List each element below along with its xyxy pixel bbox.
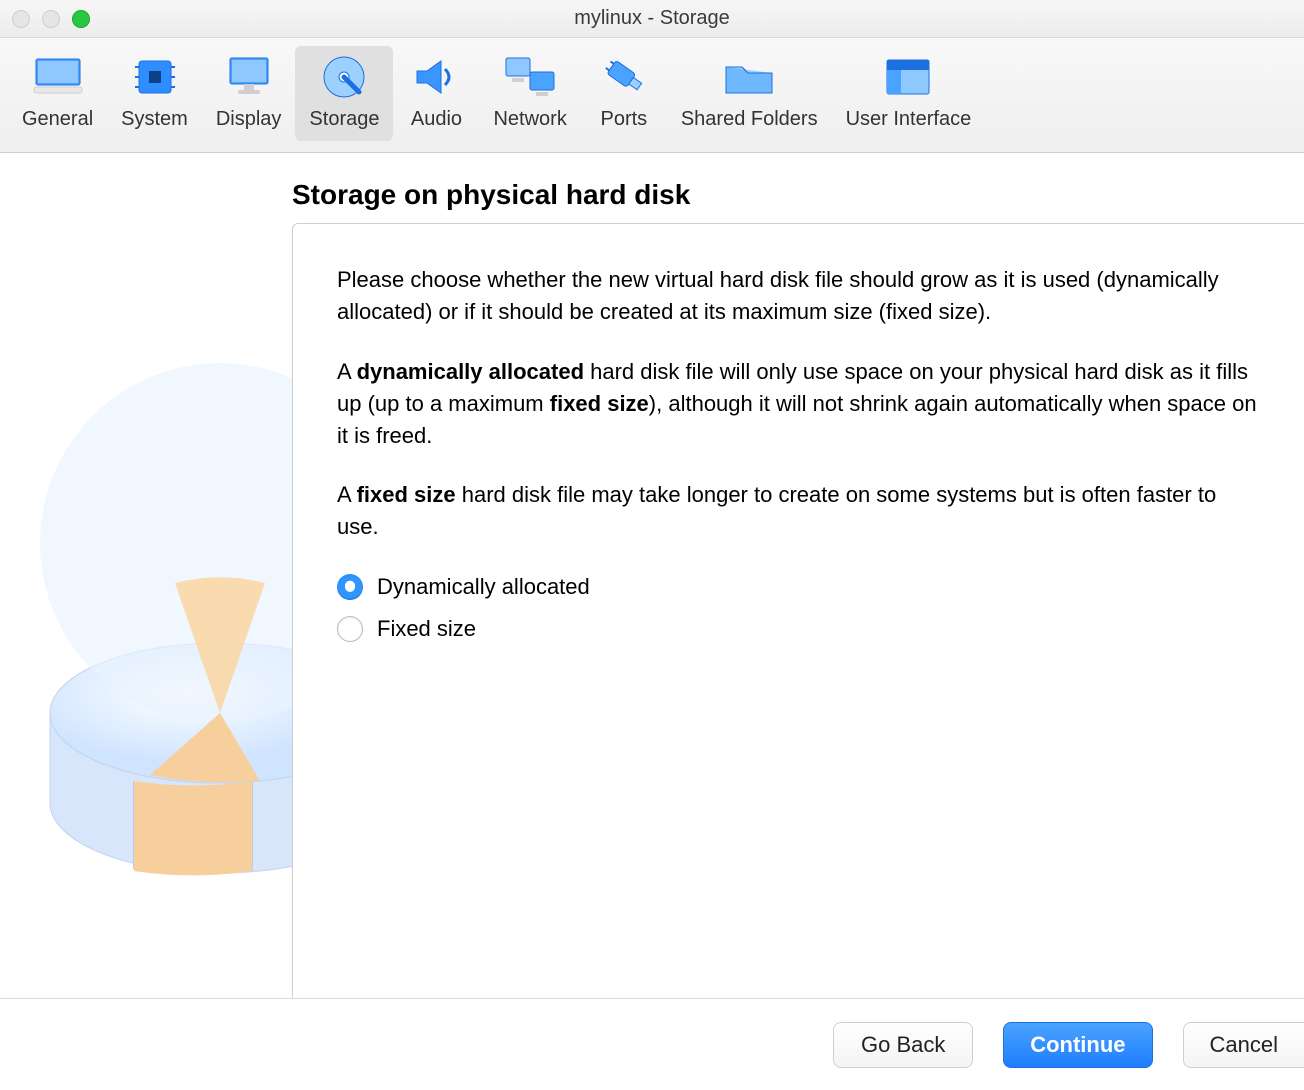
tab-general[interactable]: General	[8, 46, 107, 141]
tab-label: Ports	[601, 108, 648, 131]
tab-label: Audio	[411, 108, 462, 131]
tab-label: General	[22, 108, 93, 131]
close-icon[interactable]	[12, 10, 30, 28]
tab-label: Storage	[309, 108, 379, 131]
window-controls	[12, 10, 90, 28]
network-icon	[501, 52, 559, 102]
display-icon	[220, 52, 278, 102]
cancel-button[interactable]: Cancel	[1183, 1022, 1304, 1068]
window-title: mylinux - Storage	[574, 7, 730, 30]
settings-toolbar: General System Display	[0, 38, 1304, 153]
radio-icon[interactable]	[337, 616, 363, 642]
monitor-icon	[29, 52, 87, 102]
option-fixed-size[interactable]: Fixed size	[337, 613, 1258, 645]
allocation-options: Dynamically allocated Fixed size	[337, 571, 1258, 645]
tab-label: Shared Folders	[681, 108, 818, 131]
tab-system[interactable]: System	[107, 46, 202, 141]
page-title: Storage on physical hard disk	[292, 179, 1304, 211]
text: A	[337, 482, 357, 507]
text: hard disk file may take longer to create…	[337, 482, 1216, 539]
dynamic-text: A dynamically allocated hard disk file w…	[337, 356, 1258, 452]
ui-icon	[879, 52, 937, 102]
fixed-text: A fixed size hard disk file may take lon…	[337, 479, 1258, 543]
tab-shared-folders[interactable]: Shared Folders	[667, 46, 832, 141]
minimize-icon[interactable]	[42, 10, 60, 28]
go-back-button[interactable]: Go Back	[833, 1022, 973, 1068]
disk-icon	[315, 52, 373, 102]
continue-button[interactable]: Continue	[1003, 1022, 1152, 1068]
tab-display[interactable]: Display	[202, 46, 296, 141]
option-label: Dynamically allocated	[377, 571, 590, 603]
option-label: Fixed size	[377, 613, 476, 645]
intro-text: Please choose whether the new virtual ha…	[337, 264, 1258, 328]
text: A	[337, 359, 357, 384]
zoom-icon[interactable]	[72, 10, 90, 28]
tab-storage[interactable]: Storage	[295, 46, 393, 141]
tab-label: System	[121, 108, 188, 131]
radio-icon[interactable]	[337, 574, 363, 600]
tab-audio[interactable]: Audio	[393, 46, 479, 141]
tab-network[interactable]: Network	[479, 46, 580, 141]
content-area: Storage on physical hard disk Plea	[0, 153, 1304, 998]
text-bold: dynamically allocated	[357, 359, 584, 384]
wizard-panel: Please choose whether the new virtual ha…	[292, 223, 1304, 998]
tab-ports[interactable]: Ports	[581, 46, 667, 141]
text-bold: fixed size	[550, 391, 649, 416]
wizard-button-bar: Go Back Continue Cancel	[0, 998, 1304, 1090]
folder-icon	[720, 52, 778, 102]
option-dynamically-allocated[interactable]: Dynamically allocated	[337, 571, 1258, 603]
tab-user-interface[interactable]: User Interface	[832, 46, 986, 141]
speaker-icon	[407, 52, 465, 102]
tab-label: Display	[216, 108, 282, 131]
ports-icon	[595, 52, 653, 102]
text-bold: fixed size	[357, 482, 456, 507]
tab-label: User Interface	[846, 108, 972, 131]
tab-label: Network	[493, 108, 566, 131]
chip-icon	[126, 52, 184, 102]
titlebar: mylinux - Storage	[0, 0, 1304, 38]
